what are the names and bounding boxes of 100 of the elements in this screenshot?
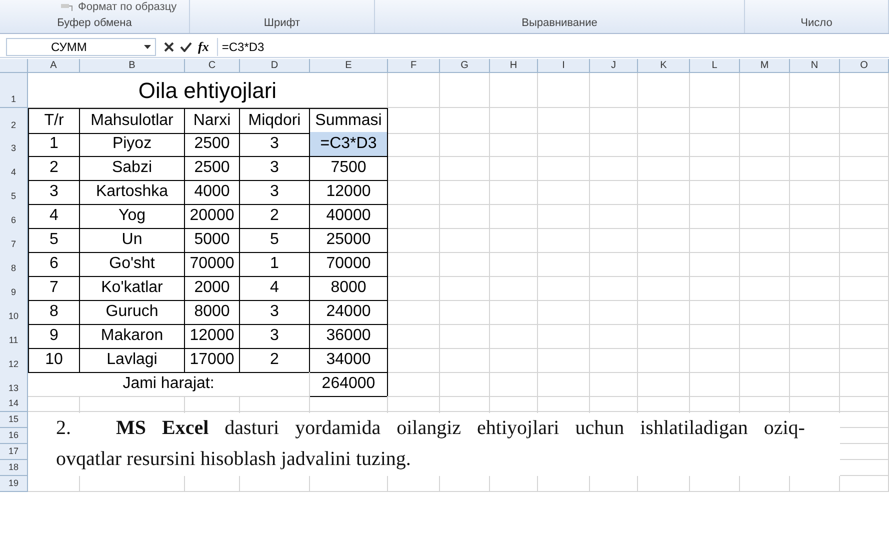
empty-cell[interactable]: [590, 348, 638, 373]
empty-cell[interactable]: [740, 73, 790, 108]
empty-cell[interactable]: [388, 156, 440, 181]
empty-cell[interactable]: [388, 252, 440, 277]
empty-cell[interactable]: [538, 228, 590, 253]
empty-cell[interactable]: [538, 204, 590, 229]
empty-cell[interactable]: [690, 348, 740, 373]
checkmark-icon[interactable]: [180, 42, 192, 52]
empty-cell[interactable]: [840, 348, 889, 373]
empty-cell[interactable]: [740, 396, 790, 412]
empty-cell[interactable]: [490, 396, 538, 412]
empty-cell[interactable]: [80, 396, 185, 412]
empty-cell[interactable]: [740, 204, 790, 229]
empty-cell[interactable]: [440, 132, 490, 157]
empty-cell[interactable]: [638, 324, 690, 349]
empty-cell[interactable]: [740, 300, 790, 325]
column-header[interactable]: O: [840, 59, 889, 73]
empty-cell[interactable]: [840, 204, 889, 229]
empty-cell[interactable]: [388, 73, 440, 108]
empty-cell[interactable]: [638, 204, 690, 229]
empty-cell[interactable]: [790, 228, 840, 253]
empty-cell[interactable]: [840, 228, 889, 253]
empty-cell[interactable]: [388, 324, 440, 349]
empty-cell[interactable]: [490, 73, 538, 108]
empty-cell[interactable]: [590, 108, 638, 134]
empty-cell[interactable]: [638, 156, 690, 181]
empty-cell[interactable]: [440, 156, 490, 181]
empty-cell[interactable]: [538, 300, 590, 325]
empty-cell[interactable]: [840, 73, 889, 108]
empty-cell[interactable]: [440, 180, 490, 205]
empty-cell[interactable]: [440, 372, 490, 397]
empty-cell[interactable]: [638, 132, 690, 157]
empty-cell[interactable]: [740, 348, 790, 373]
insert-function-button[interactable]: fx: [198, 36, 209, 56]
empty-cell[interactable]: [538, 73, 590, 108]
empty-cell[interactable]: [388, 228, 440, 253]
empty-cell[interactable]: [538, 276, 590, 301]
empty-cell[interactable]: [590, 132, 638, 157]
empty-cell[interactable]: [840, 476, 889, 492]
empty-cell[interactable]: [490, 252, 538, 277]
empty-cell[interactable]: [840, 396, 889, 412]
empty-cell[interactable]: [538, 132, 590, 157]
empty-cell[interactable]: [490, 324, 538, 349]
empty-cell[interactable]: [690, 132, 740, 157]
empty-cell[interactable]: [690, 252, 740, 277]
empty-cell[interactable]: [490, 108, 538, 134]
column-header[interactable]: E: [310, 59, 388, 73]
format-painter-button[interactable]: Формат по образцу: [60, 0, 177, 16]
empty-cell[interactable]: [440, 73, 490, 108]
empty-cell[interactable]: [388, 300, 440, 325]
empty-cell[interactable]: [590, 276, 638, 301]
empty-cell[interactable]: [638, 276, 690, 301]
empty-cell[interactable]: [690, 180, 740, 205]
name-box[interactable]: СУММ: [6, 38, 156, 56]
empty-cell[interactable]: [638, 228, 690, 253]
empty-cell[interactable]: [638, 300, 690, 325]
column-header[interactable]: N: [790, 59, 840, 73]
empty-cell[interactable]: [638, 108, 690, 134]
empty-cell[interactable]: [388, 348, 440, 373]
empty-cell[interactable]: [388, 276, 440, 301]
empty-cell[interactable]: [638, 252, 690, 277]
column-header[interactable]: F: [388, 59, 440, 73]
empty-cell[interactable]: [440, 276, 490, 301]
empty-cell[interactable]: [538, 324, 590, 349]
empty-cell[interactable]: [790, 108, 840, 134]
empty-cell[interactable]: [185, 396, 240, 412]
empty-cell[interactable]: [790, 252, 840, 277]
empty-cell[interactable]: [388, 204, 440, 229]
empty-cell[interactable]: [440, 252, 490, 277]
empty-cell[interactable]: [790, 156, 840, 181]
empty-cell[interactable]: [690, 276, 740, 301]
empty-cell[interactable]: [590, 396, 638, 412]
formula-field[interactable]: =C3*D3: [216, 38, 889, 56]
empty-cell[interactable]: [840, 156, 889, 181]
cancel-icon[interactable]: [164, 42, 174, 52]
empty-cell[interactable]: [590, 228, 638, 253]
empty-cell[interactable]: [490, 348, 538, 373]
empty-cell[interactable]: [690, 324, 740, 349]
empty-cell[interactable]: [840, 372, 889, 397]
empty-cell[interactable]: [440, 108, 490, 134]
empty-cell[interactable]: [490, 276, 538, 301]
empty-cell[interactable]: [790, 348, 840, 373]
empty-cell[interactable]: [310, 396, 388, 412]
empty-cell[interactable]: [840, 300, 889, 325]
empty-cell[interactable]: [740, 228, 790, 253]
empty-cell[interactable]: [590, 372, 638, 397]
column-header[interactable]: A: [28, 59, 80, 73]
empty-cell[interactable]: [790, 396, 840, 412]
empty-cell[interactable]: [840, 252, 889, 277]
empty-cell[interactable]: [790, 372, 840, 397]
empty-cell[interactable]: [490, 156, 538, 181]
empty-cell[interactable]: [690, 396, 740, 412]
empty-cell[interactable]: [590, 180, 638, 205]
empty-cell[interactable]: [790, 300, 840, 325]
empty-cell[interactable]: [740, 276, 790, 301]
empty-cell[interactable]: [538, 252, 590, 277]
empty-cell[interactable]: [740, 180, 790, 205]
empty-cell[interactable]: [538, 180, 590, 205]
empty-cell[interactable]: [690, 372, 740, 397]
column-header[interactable]: C: [185, 59, 240, 73]
